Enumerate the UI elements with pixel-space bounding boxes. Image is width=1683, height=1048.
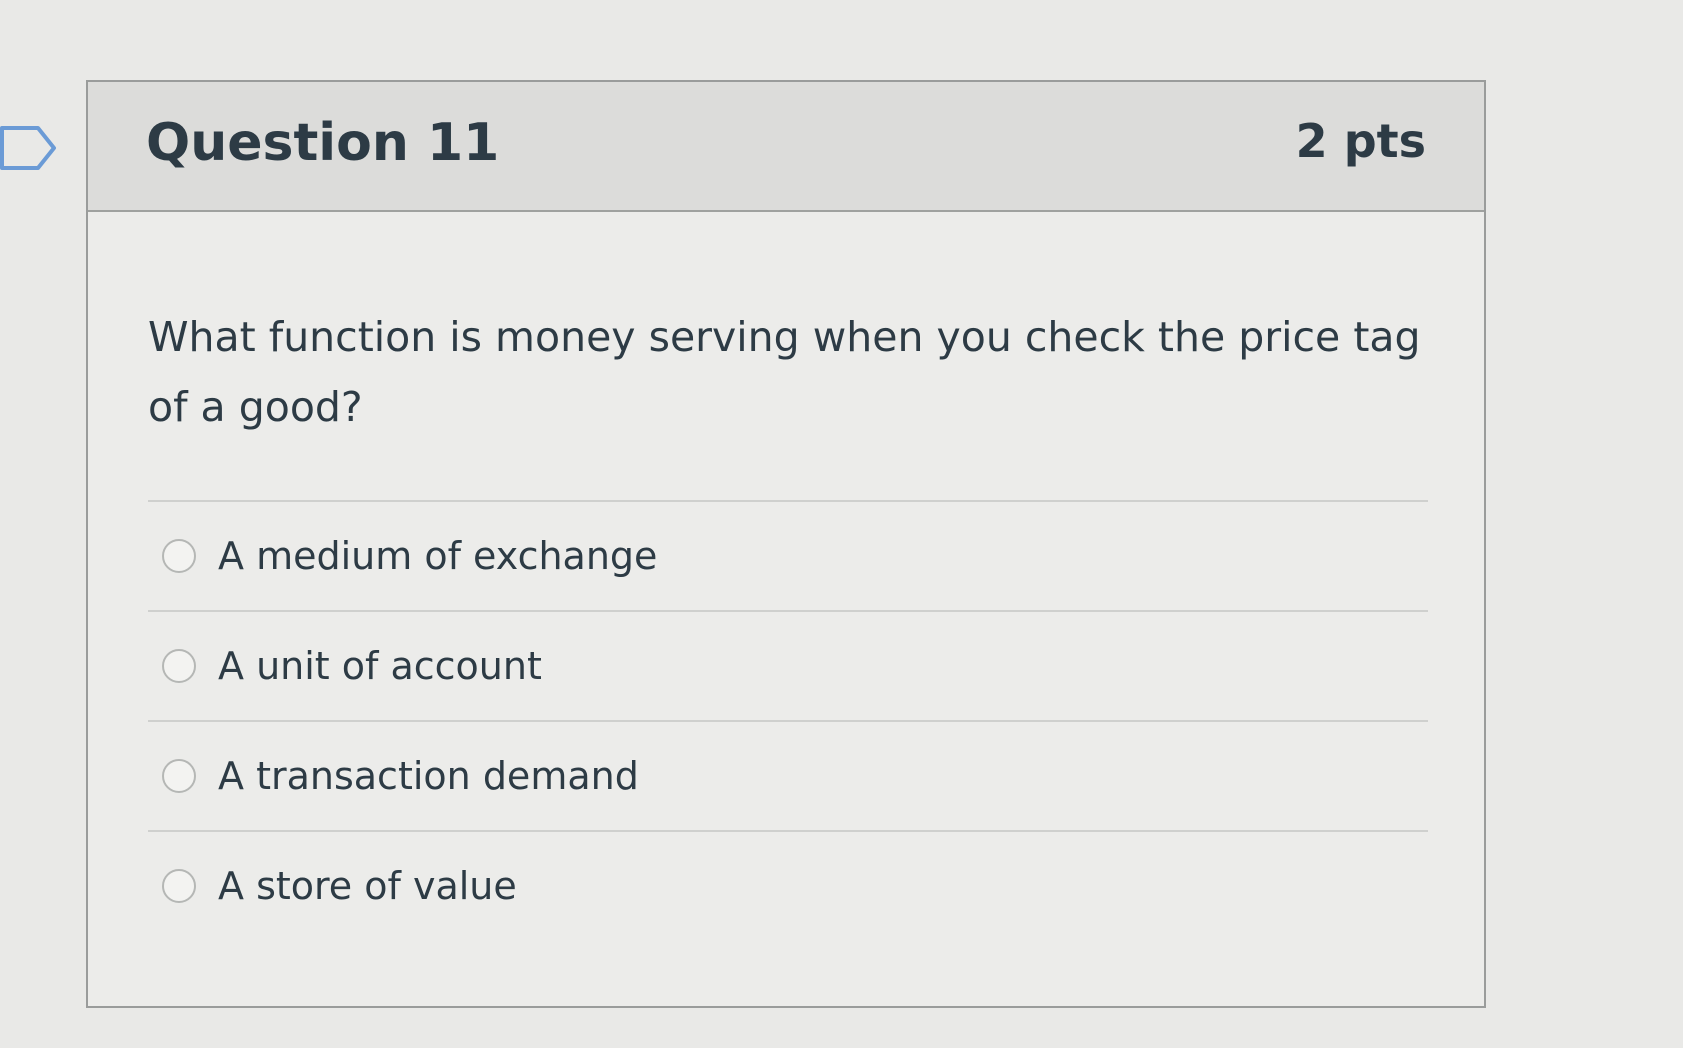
answer-option[interactable]: A store of value <box>148 830 1428 940</box>
radio-button[interactable] <box>162 869 196 903</box>
question-points: 2 pts <box>1295 114 1426 168</box>
answer-option[interactable]: A unit of account <box>148 610 1428 720</box>
answer-label: A store of value <box>218 864 517 908</box>
question-card: Question 11 2 pts What function is money… <box>86 80 1486 1008</box>
answer-label: A unit of account <box>218 644 542 688</box>
radio-button[interactable] <box>162 649 196 683</box>
bookmark-flag-icon[interactable] <box>0 126 58 170</box>
answer-option[interactable]: A transaction demand <box>148 720 1428 830</box>
radio-button[interactable] <box>162 759 196 793</box>
radio-button[interactable] <box>162 539 196 573</box>
question-body: What function is money serving when you … <box>88 212 1484 940</box>
answer-list: A medium of exchange A unit of account A… <box>148 500 1428 940</box>
answer-label: A medium of exchange <box>218 534 658 578</box>
answer-label: A transaction demand <box>218 754 639 798</box>
question-header: Question 11 2 pts <box>88 82 1484 212</box>
answer-option[interactable]: A medium of exchange <box>148 500 1428 610</box>
question-text: What function is money serving when you … <box>148 313 1421 431</box>
question-title: Question 11 <box>146 113 500 173</box>
